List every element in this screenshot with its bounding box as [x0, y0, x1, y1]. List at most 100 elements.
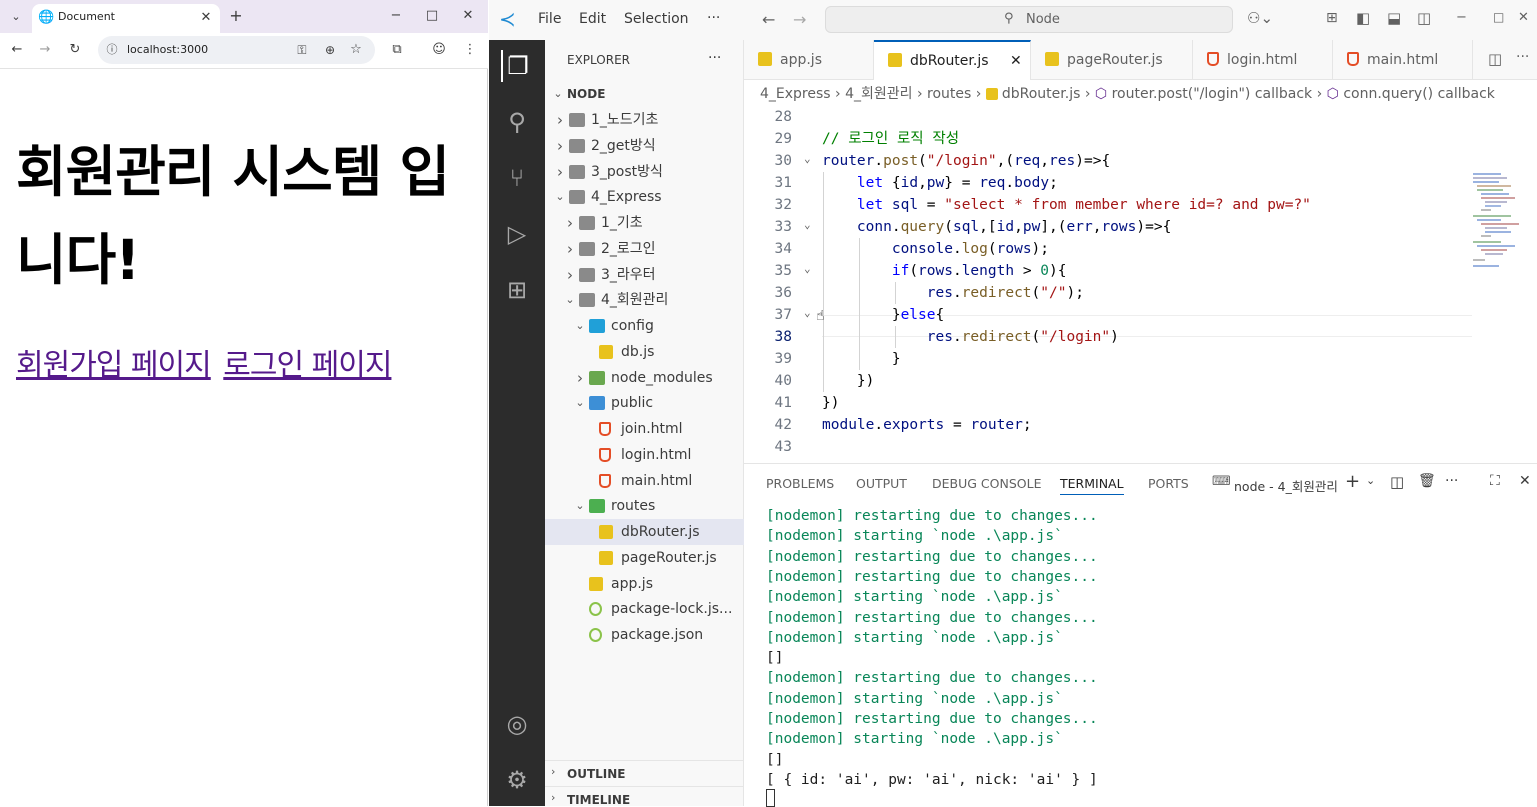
outline-section[interactable]: › OUTLINE	[545, 760, 744, 786]
breadcrumb-item[interactable]: conn.query() callback	[1343, 86, 1495, 102]
tree-item[interactable]: db.js	[545, 339, 744, 365]
new-tab-icon[interactable]: +	[228, 8, 244, 24]
close-tab-icon[interactable]: ✕	[198, 10, 214, 26]
tab-main-html[interactable]: main.html	[1333, 40, 1473, 80]
search-view-icon[interactable]: ⚲	[501, 106, 533, 138]
tree-item[interactable]: › 1_기초	[545, 210, 744, 236]
command-center[interactable]: ⚲ Node	[825, 6, 1233, 33]
tree-item[interactable]: ⌄ config	[545, 313, 744, 339]
toggle-sidebar-icon[interactable]: ◧	[1356, 9, 1370, 27]
breadcrumb-item[interactable]: dbRouter.js	[1002, 86, 1081, 102]
tree-item[interactable]: › 1_노드기초	[545, 107, 744, 133]
tab-pagerouter-js[interactable]: pageRouter.js	[1031, 40, 1193, 80]
login-page-link[interactable]: 로그인 페이지	[223, 348, 392, 383]
tree-item[interactable]: package-lock.js...	[545, 596, 744, 622]
fold-chevron-icon[interactable]: ⌄	[804, 218, 811, 231]
close-tab-icon[interactable]: ✕	[1010, 42, 1022, 80]
tab-app-js[interactable]: app.js	[744, 40, 874, 80]
maximize-panel-icon[interactable]: ⛶	[1490, 473, 1500, 489]
password-key-icon[interactable]: ⚿	[294, 42, 310, 58]
minimap[interactable]	[1471, 172, 1531, 292]
panel-tab-ports[interactable]: PORTS	[1148, 474, 1189, 494]
panel-more-icon[interactable]: ···	[1445, 473, 1458, 489]
profile-icon[interactable]: ☺	[431, 42, 447, 58]
toggle-panel-icon[interactable]: ⬓	[1387, 9, 1401, 27]
kill-terminal-icon[interactable]: 🗑	[1418, 473, 1436, 489]
timeline-section[interactable]: › TIMELINE	[545, 786, 744, 807]
panel-tab-output[interactable]: OUTPUT	[856, 474, 907, 494]
window-close-icon[interactable]: ✕	[1518, 10, 1529, 25]
code-editor[interactable]: 28 29 // 로그인 로직 작성 30 router.post("/login",(…	[744, 106, 1537, 502]
fold-chevron-icon[interactable]: ⌄	[804, 152, 811, 165]
breadcrumb-item[interactable]: routes	[927, 86, 971, 102]
accounts-icon[interactable]: ◎	[501, 708, 533, 740]
menu-more[interactable]: ···	[707, 10, 720, 26]
tree-item[interactable]: › 3_라우터	[545, 262, 744, 288]
menu-selection[interactable]: Selection	[624, 11, 689, 27]
tree-item[interactable]: › 2_get방식	[545, 133, 744, 159]
breadcrumb-item[interactable]: router.post("/login") callback	[1112, 86, 1313, 102]
panel-tab-problems[interactable]: PROBLEMS	[766, 474, 834, 494]
tree-root[interactable]: ⌄ NODE	[545, 81, 744, 107]
back-icon[interactable]: ←	[9, 42, 25, 58]
terminal-name[interactable]: node - 4_회원관리	[1234, 476, 1338, 495]
tree-item[interactable]: ⌄ public	[545, 390, 744, 416]
maximize-icon[interactable]: □	[424, 8, 440, 24]
tree-item[interactable]: login.html	[545, 442, 744, 468]
fold-chevron-icon[interactable]: ⌄	[804, 306, 811, 319]
panel-tab-debug-console[interactable]: DEBUG CONSOLE	[932, 474, 1041, 494]
breadcrumb-item[interactable]: 4_Express	[760, 86, 831, 102]
editor-more-icon[interactable]: ···	[1516, 49, 1529, 65]
bookmark-star-icon[interactable]: ☆	[348, 42, 364, 58]
split-terminal-icon[interactable]: ◫	[1390, 473, 1404, 491]
window-minimize-icon[interactable]: −	[1456, 10, 1467, 25]
tree-item[interactable]: ⌄ 4_회원관리	[545, 287, 744, 313]
breadcrumb-item[interactable]: 4_회원관리	[845, 86, 912, 102]
run-debug-icon[interactable]: ▷	[501, 218, 533, 250]
browser-menu-icon[interactable]: ⋮	[462, 42, 478, 58]
nav-back-icon[interactable]: ←	[762, 10, 775, 29]
extensions-icon[interactable]: ⧉	[389, 42, 405, 58]
menu-edit[interactable]: Edit	[579, 11, 606, 27]
tree-item[interactable]: dbRouter.js	[545, 519, 744, 545]
close-window-icon[interactable]: ✕	[460, 8, 476, 24]
explorer-more-icon[interactable]: ···	[708, 50, 721, 66]
tree-item[interactable]: pageRouter.js	[545, 545, 744, 571]
extensions-view-icon[interactable]: ⊞	[501, 274, 533, 306]
tree-item[interactable]: › node_modules	[545, 365, 744, 391]
nav-forward-icon[interactable]: →	[793, 10, 806, 29]
explorer-icon[interactable]: ❐	[501, 50, 533, 82]
tree-item[interactable]: › 3_post방식	[545, 159, 744, 185]
tree-item[interactable]: package.json	[545, 622, 744, 648]
tree-item[interactable]: ⌄ 4_Express	[545, 184, 744, 210]
tab-search-icon[interactable]: ⌄	[8, 9, 24, 25]
menu-file[interactable]: File	[538, 11, 561, 27]
forward-icon[interactable]: →	[37, 42, 53, 58]
copilot-icon[interactable]: ⚇⌄	[1247, 9, 1273, 27]
tree-item[interactable]: app.js	[545, 571, 744, 597]
tree-item[interactable]: join.html	[545, 416, 744, 442]
panel-tab-terminal[interactable]: TERMINAL	[1060, 474, 1124, 495]
toggle-secondary-sidebar-icon[interactable]: ◫	[1417, 9, 1431, 27]
fold-chevron-icon[interactable]: ⌄	[804, 262, 811, 275]
zoom-icon[interactable]: ⊕	[322, 42, 338, 58]
tab-login-html[interactable]: login.html	[1193, 40, 1333, 80]
window-restore-icon[interactable]: □	[1493, 10, 1504, 24]
tab-dbrouter-js[interactable]: dbRouter.js ✕	[874, 40, 1031, 80]
site-info-icon[interactable]: ⓘ	[104, 42, 120, 58]
tree-item[interactable]: ⌄ routes	[545, 493, 744, 519]
close-panel-icon[interactable]: ✕	[1519, 473, 1531, 489]
join-page-link[interactable]: 회원가입 페이지	[16, 348, 212, 383]
tree-item[interactable]: main.html	[545, 468, 744, 494]
new-terminal-icon[interactable]: +	[1345, 471, 1360, 492]
reload-icon[interactable]: ↻	[67, 42, 83, 58]
manage-gear-icon[interactable]: ⚙	[501, 764, 533, 796]
address-bar[interactable]: ⓘ localhost:3000 ⚿ ⊕ ☆	[98, 36, 375, 64]
source-control-icon[interactable]: ⑂	[501, 162, 533, 194]
customize-layout-icon[interactable]: ⊞	[1326, 10, 1338, 26]
minimize-icon[interactable]: −	[388, 8, 404, 24]
browser-tab[interactable]: 🌐 Document ✕	[32, 4, 220, 33]
split-editor-icon[interactable]: ◫	[1488, 50, 1502, 68]
chevron-down-icon[interactable]: ⌄	[1366, 474, 1375, 487]
tree-item[interactable]: › 2_로그인	[545, 236, 744, 262]
